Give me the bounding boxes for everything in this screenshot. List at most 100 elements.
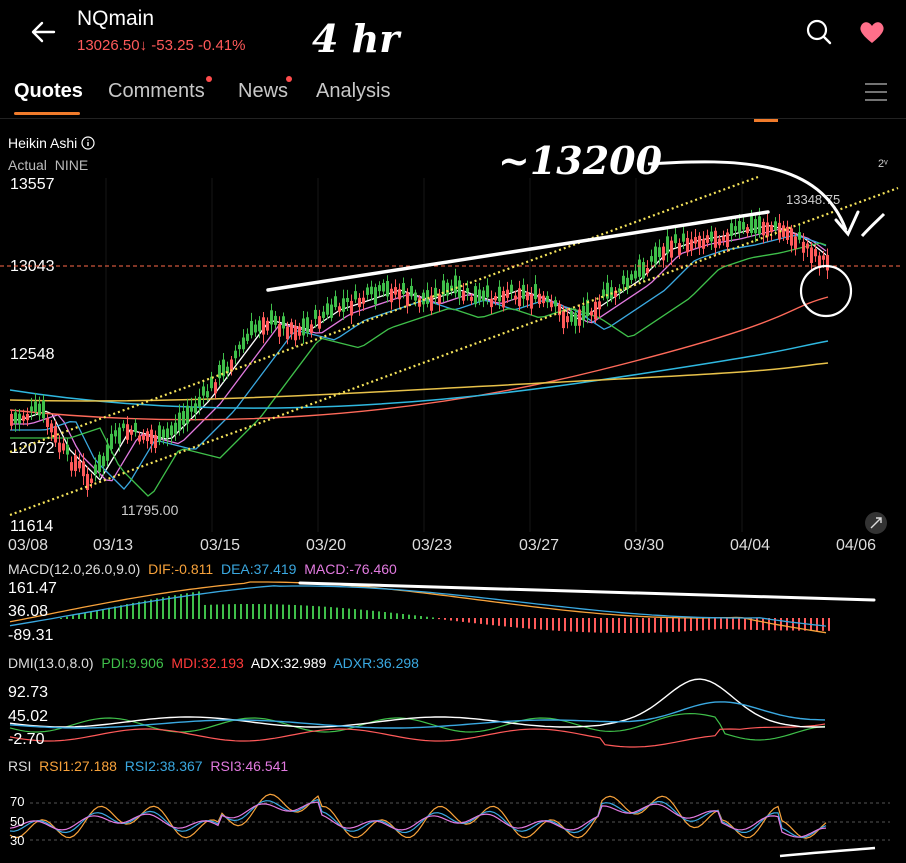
macd-histogram-bar — [756, 618, 758, 631]
macd-histogram-bar — [432, 617, 434, 619]
candle-body — [758, 216, 761, 235]
candle-body — [514, 295, 517, 300]
candle-body — [738, 221, 741, 233]
candle-body — [638, 259, 641, 277]
candle-body — [498, 286, 501, 302]
candle-body — [642, 262, 645, 279]
macd-histogram-bar — [438, 618, 440, 620]
rsi1-value: RSI1:27.188 — [39, 758, 117, 774]
macd-histogram-bar — [270, 604, 272, 619]
dmi-adx-line — [9, 678, 826, 728]
macd-histogram-bar — [726, 618, 728, 630]
macd-histogram-bar — [474, 618, 476, 624]
candle-body — [630, 274, 633, 280]
macd-histogram-bar — [84, 612, 86, 619]
candle-body — [78, 461, 81, 469]
macd-histogram-bar — [642, 618, 644, 633]
channel-upper-line — [9, 175, 759, 454]
rsi3-value: RSI3:46.541 — [210, 758, 289, 774]
macd-histogram-bar — [462, 618, 464, 622]
candle-body — [694, 236, 697, 244]
candle-body — [258, 320, 261, 332]
macd-histogram-bar — [324, 606, 326, 619]
candle-body — [742, 222, 745, 230]
macd-histogram-bar — [564, 618, 566, 632]
candle-body — [438, 294, 441, 305]
macd-histogram-bar — [444, 618, 446, 620]
candle-body — [30, 406, 33, 412]
candle-body — [22, 415, 25, 421]
macd-histogram-bar — [576, 618, 578, 632]
candle-body — [822, 255, 825, 260]
candle-body — [706, 235, 709, 243]
candle-body — [346, 297, 349, 303]
candle-body — [674, 234, 677, 244]
macd-histogram-bar — [162, 597, 164, 619]
candle-body — [134, 422, 137, 432]
macd-histogram-bar — [510, 618, 512, 628]
macd-histogram-bar — [558, 618, 560, 631]
macd-histogram-bar — [246, 604, 248, 619]
candle-body — [238, 344, 241, 350]
candle-body — [542, 295, 545, 304]
macd-histogram-bar — [690, 618, 692, 632]
macd-histogram-bar — [138, 601, 140, 619]
candle-body — [494, 296, 497, 301]
candle-body — [214, 382, 217, 394]
candle-body — [718, 238, 721, 246]
macd-histogram-bar — [630, 618, 632, 633]
candle-body — [130, 430, 133, 435]
candle-body — [290, 322, 293, 335]
rsi-tick-70: 70 — [10, 794, 25, 809]
chart-canvas[interactable] — [0, 0, 906, 863]
macd-histogram-bar — [498, 618, 500, 626]
candle-body — [594, 301, 597, 320]
macd-histogram-bar — [606, 618, 608, 633]
candle-body — [146, 431, 149, 442]
candle-body — [562, 310, 565, 329]
macd-histogram-bar — [678, 618, 680, 632]
candle-body — [254, 324, 257, 333]
candle-body — [386, 280, 389, 297]
macd-histogram-bar — [210, 604, 212, 619]
rsi-legend: RSI RSI1:27.188 RSI2:38.367 RSI3:46.541 — [8, 758, 288, 774]
macd-histogram-bar — [426, 616, 428, 619]
dmi-tick-top: 92.73 — [8, 684, 49, 701]
rsi3-line — [9, 801, 827, 838]
dmi-adx: ADX:32.989 — [250, 655, 327, 671]
macd-histogram-bar — [480, 618, 482, 624]
resistance-trendline — [266, 210, 770, 292]
dmi-panel — [9, 678, 826, 748]
candle-body — [374, 287, 377, 305]
candle-body — [90, 478, 93, 483]
candlesticks — [10, 207, 829, 497]
candle-body — [198, 396, 201, 408]
candle-body — [566, 316, 569, 323]
macd-tick-top: 161.47 — [8, 580, 57, 597]
macd-histogram-bar — [654, 618, 656, 633]
candle-body — [262, 317, 265, 335]
candle-body — [538, 293, 541, 304]
macd-histogram-bar — [720, 618, 722, 629]
candle-body — [18, 413, 21, 424]
candle-body — [502, 290, 505, 308]
candle-body — [362, 297, 365, 304]
macd-histogram-bar — [336, 607, 338, 619]
candle-body — [246, 333, 249, 341]
candle-body — [810, 247, 813, 263]
macd-histogram-bar — [180, 594, 182, 619]
macd-histogram-bar — [660, 618, 662, 633]
candle-body — [294, 325, 297, 341]
candle-body — [330, 304, 333, 318]
candle-body — [98, 454, 101, 473]
macd-histogram-bar — [546, 618, 548, 631]
candle-body — [318, 316, 321, 329]
macd-histogram-bar — [108, 607, 110, 619]
candle-body — [662, 246, 665, 261]
candle-body — [114, 430, 117, 437]
macd-histogram-bar — [174, 595, 176, 619]
candle-body — [174, 422, 177, 434]
macd-histogram-bar — [90, 611, 92, 619]
candle-body — [178, 412, 181, 431]
macd-histogram-bar — [192, 592, 194, 619]
